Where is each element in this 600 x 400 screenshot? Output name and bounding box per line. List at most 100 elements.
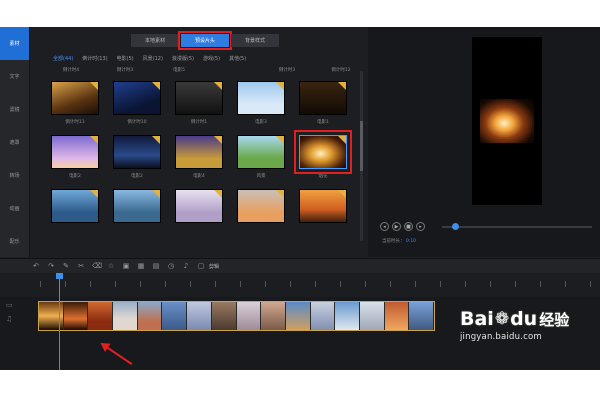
preview-progress-track[interactable] [442, 226, 592, 228]
template-item[interactable]: 电影1 [299, 81, 347, 135]
template-item[interactable]: 电影2 [113, 135, 161, 189]
category-tab[interactable]: 浪漫版(5) [172, 55, 194, 62]
sidebar-item[interactable]: 遮罩 [0, 126, 29, 159]
next-icon[interactable]: ▸ [416, 222, 425, 231]
video-track-icon[interactable]: ▭ [6, 301, 13, 309]
record-icon[interactable]: ▢ [197, 262, 205, 270]
sidebar-item[interactable]: 转场 [0, 159, 29, 192]
castle-thumbnail[interactable] [51, 135, 99, 169]
preview-progress-handle[interactable] [452, 223, 459, 230]
mosaic-icon[interactable]: ▦ [137, 262, 145, 270]
template-item[interactable]: 电影3 [237, 81, 285, 135]
freeze-icon[interactable]: ▤ [152, 262, 160, 270]
template-item-partial[interactable]: 倒计时12 [321, 67, 361, 81]
sidebar-item[interactable]: 文字 [0, 60, 29, 93]
clip-frame [236, 302, 262, 330]
template-item-partial[interactable]: 倒计时3 [267, 67, 307, 81]
delete-icon[interactable]: ⌫ [92, 262, 102, 270]
play-icon[interactable]: ▶ [392, 222, 401, 231]
vip-badge-icon [152, 190, 160, 198]
template-caption: 倒计时11 [65, 120, 85, 125]
vip-badge-icon [214, 190, 222, 198]
template-item[interactable] [299, 189, 347, 243]
prev-icon[interactable]: ◂ [380, 222, 389, 231]
template-item-partial[interactable]: 电影5 [159, 67, 199, 81]
template-item[interactable]: 烟花 [294, 130, 352, 189]
category-tab[interactable]: 电影(5) [117, 55, 134, 62]
template-item[interactable]: 倒计时1 [175, 81, 223, 135]
green-field-thumbnail[interactable] [237, 135, 285, 169]
stop-icon[interactable]: ■ [404, 222, 413, 231]
sidebar-item[interactable]: 动画 [0, 192, 29, 225]
baidu-logo-left: Bai [460, 308, 494, 330]
mic-icon[interactable]: ♪ [182, 262, 190, 270]
crop-icon[interactable]: ▣ [122, 262, 130, 270]
record-label[interactable]: 剪辑 [209, 263, 219, 270]
template-item[interactable] [51, 189, 99, 243]
vip-badge-icon [338, 82, 346, 90]
template-item-partial[interactable] [213, 67, 253, 81]
category-tab[interactable]: 倒计时(13) [82, 55, 107, 62]
countdown-10-blue-thumbnail[interactable] [113, 81, 161, 115]
template-item[interactable]: 风景 [237, 135, 285, 189]
template-item[interactable] [113, 189, 161, 243]
sea-thumbnail[interactable] [51, 189, 99, 223]
clip-frame [384, 302, 410, 330]
20th-logo-thumbnail[interactable] [175, 135, 223, 169]
template-caption: 倒计时3 [116, 68, 134, 73]
template-item-partial[interactable]: 倒计时3 [105, 67, 145, 81]
source-tab[interactable]: 本地素材 [131, 34, 179, 47]
template-item[interactable]: 电影2 [51, 135, 99, 189]
vip-badge-icon [90, 190, 98, 198]
template-item[interactable]: 倒计时11 [51, 81, 99, 135]
snow-flowers-thumbnail[interactable] [175, 189, 223, 223]
sunset-glow-thumbnail[interactable] [237, 189, 285, 223]
sidebar-item[interactable]: 素材 [0, 27, 29, 60]
source-tab[interactable]: 预设片头 [178, 31, 232, 50]
island-thumbnail[interactable] [113, 189, 161, 223]
timeline-ruler[interactable] [0, 273, 600, 297]
template-caption: 倒计时12 [331, 68, 351, 73]
category-tab[interactable]: 游戏(5) [203, 55, 220, 62]
template-item[interactable]: 电影4 [175, 135, 223, 189]
plane-sky-thumbnail[interactable] [237, 81, 285, 115]
clapperboard-thumbnail[interactable] [175, 81, 223, 115]
grid-top-caption-row: 倒计时4 倒计时3 电影5 倒计时3 倒计时12 [51, 67, 361, 81]
template-item[interactable] [175, 189, 223, 243]
template-caption: 电影5 [173, 68, 185, 73]
category-tab[interactable]: 全部(44) [53, 55, 73, 62]
category-tab[interactable]: 风景(12) [143, 55, 163, 62]
timeline-clip[interactable] [38, 301, 435, 331]
film-studio-logo-thumbnail[interactable] [299, 81, 347, 115]
globe-thumbnail[interactable] [113, 135, 161, 169]
template-caption: 倒计时4 [62, 68, 80, 73]
edit-icon[interactable]: ✎ [62, 262, 70, 270]
undo-icon[interactable]: ↶ [32, 262, 40, 270]
preview-duration: 当前时长： 0:10 [382, 238, 416, 244]
template-caption: 风景 [256, 174, 266, 179]
countdown-10-thumbnail[interactable] [51, 81, 99, 115]
fireworks-thumbnail[interactable] [294, 130, 352, 174]
scrollbar-thumb[interactable] [360, 121, 363, 171]
duration-value: 0:10 [405, 239, 417, 244]
category-tab[interactable]: 其他(5) [229, 55, 246, 62]
sidebar-item[interactable]: 滤镜 [0, 93, 29, 126]
template-item-partial[interactable]: 倒计时4 [51, 67, 91, 81]
template-item[interactable]: 倒计时10 [113, 81, 161, 135]
panel-scrollbar[interactable] [360, 71, 363, 241]
clip-frame [137, 302, 163, 330]
playhead[interactable] [56, 273, 63, 370]
speed-icon[interactable]: ◷ [167, 262, 175, 270]
template-item[interactable] [237, 189, 285, 243]
redo-icon[interactable]: ↷ [47, 262, 55, 270]
star-icon[interactable]: ☆ [107, 262, 115, 270]
sidebar-item[interactable]: 配乐 [0, 225, 29, 258]
paw-icon: ❁ [494, 309, 510, 329]
baidu-logo-cn: 经验 [539, 310, 570, 329]
audio-track-icon[interactable]: ♫ [6, 315, 13, 323]
template-row: 电影2 电影2 电影4 风景 烟花 [51, 130, 361, 189]
split-icon[interactable]: ✂ [77, 262, 85, 270]
clip-frame [359, 302, 385, 330]
sunset-sea-thumbnail[interactable] [299, 189, 347, 223]
source-tab[interactable]: 背景样式 [231, 34, 279, 47]
